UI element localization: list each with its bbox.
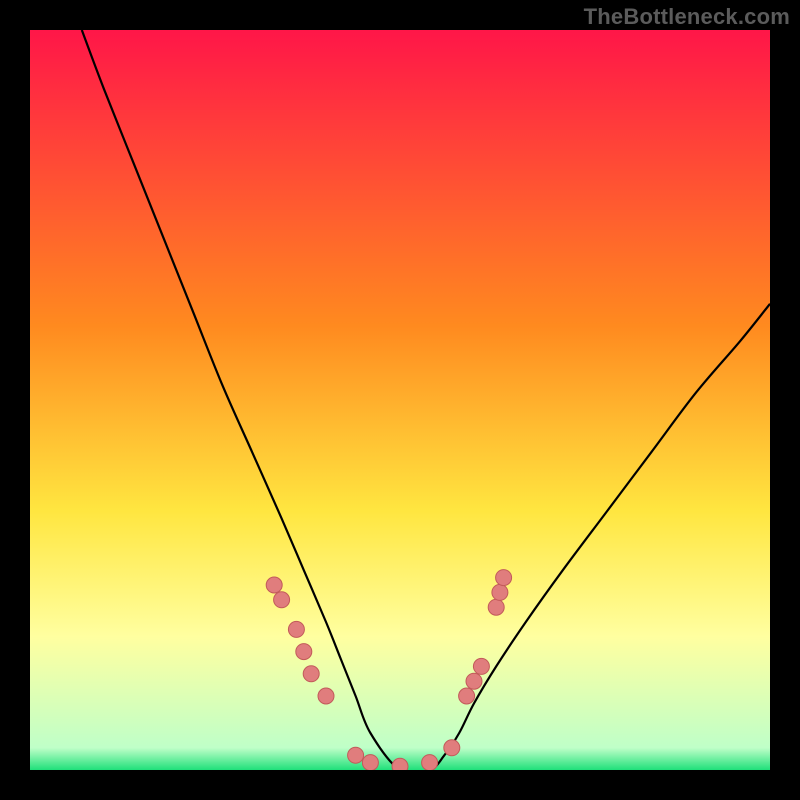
gradient-background xyxy=(30,30,770,770)
data-point xyxy=(296,644,312,660)
data-point xyxy=(473,658,489,674)
data-point xyxy=(274,592,290,608)
data-point xyxy=(492,584,508,600)
data-point xyxy=(288,621,304,637)
data-point xyxy=(362,755,378,770)
data-point xyxy=(444,740,460,756)
data-point xyxy=(422,755,438,770)
chart-frame: TheBottleneck.com xyxy=(0,0,800,800)
bottleneck-chart xyxy=(30,30,770,770)
data-point xyxy=(318,688,334,704)
data-point xyxy=(303,666,319,682)
data-point xyxy=(392,758,408,770)
data-point xyxy=(459,688,475,704)
plot-area xyxy=(30,30,770,770)
watermark-text: TheBottleneck.com xyxy=(584,4,790,30)
data-point xyxy=(488,599,504,615)
data-point xyxy=(466,673,482,689)
data-point xyxy=(496,570,512,586)
data-point xyxy=(348,747,364,763)
data-point xyxy=(266,577,282,593)
